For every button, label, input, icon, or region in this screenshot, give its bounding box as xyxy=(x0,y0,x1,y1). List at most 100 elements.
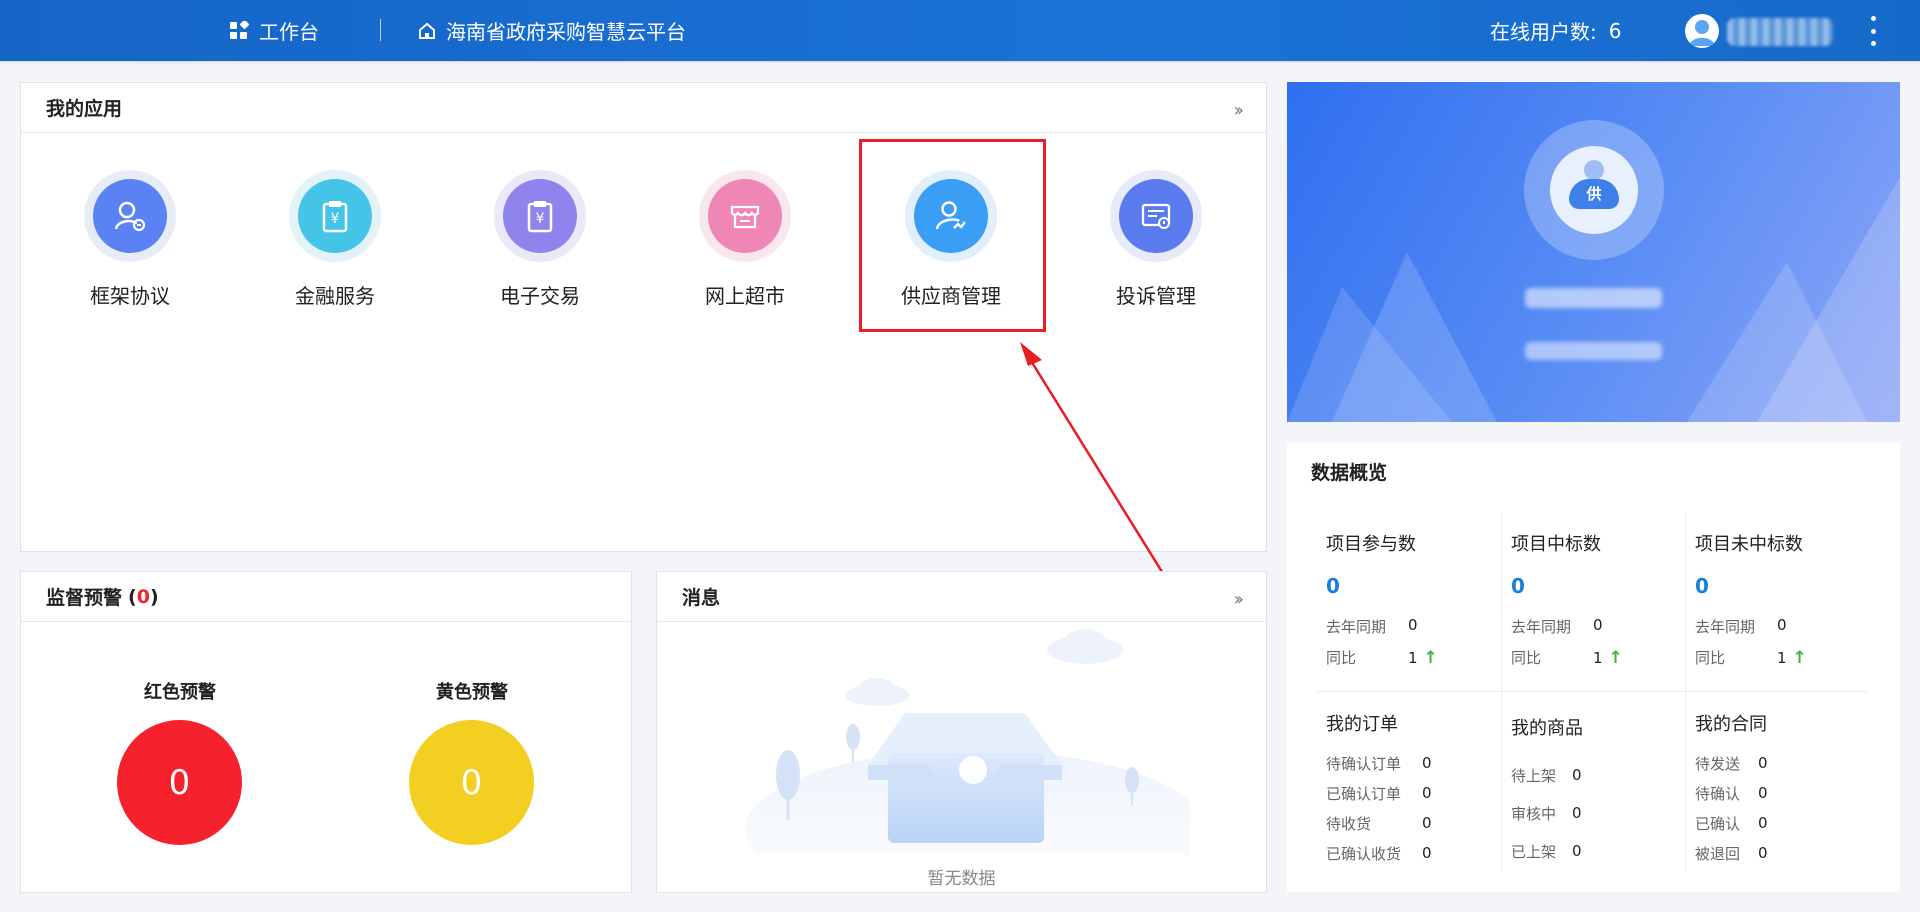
my-goods: 我的商品 待上架 0 审核中 0 已上架 0 xyxy=(1511,714,1691,870)
app-online-supermarket[interactable]: 网上超市 xyxy=(670,170,820,309)
app-icon-ring xyxy=(84,170,176,262)
user-avatar[interactable] xyxy=(1685,14,1719,48)
order-value: 0 xyxy=(1422,844,1432,862)
svg-text:¥: ¥ xyxy=(536,211,545,227)
user-name-blurred[interactable] xyxy=(1727,18,1833,46)
app-label: 金融服务 xyxy=(295,284,375,308)
my-apps-title: 我的应用 xyxy=(21,83,1266,133)
platform-title: 海南省政府采购智慧云平台 xyxy=(446,20,686,44)
yoy-label: 同比 xyxy=(1326,649,1357,667)
app-icon-ring xyxy=(699,170,791,262)
app-e-trading[interactable]: ¥ 电子交易 xyxy=(465,170,615,309)
online-users-label: 在线用户数: xyxy=(1490,20,1597,44)
clipboard-yen-icon: ¥ xyxy=(503,179,577,253)
list-item[interactable]: 被退回 0 xyxy=(1695,838,1875,868)
list-item[interactable]: 待发送 0 xyxy=(1695,748,1875,778)
arrow-up-icon: ↑ xyxy=(1792,647,1807,668)
yoy-value: 1 xyxy=(1593,648,1603,667)
profile-avatar-ring: 供 xyxy=(1524,120,1664,260)
list-item[interactable]: 待确认订单 0 xyxy=(1326,748,1506,778)
yoy-label: 同比 xyxy=(1695,649,1726,667)
goods-value: 0 xyxy=(1572,842,1582,860)
list-item[interactable]: 已确认订单 0 xyxy=(1326,778,1506,808)
list-item[interactable]: 待确认 0 xyxy=(1695,778,1875,808)
contract-label: 待确认 xyxy=(1695,784,1741,803)
my-contracts-title: 我的合同 xyxy=(1695,714,1767,735)
online-users: 在线用户数: 6 xyxy=(1490,0,1621,61)
last-year-label: 去年同期 xyxy=(1695,618,1756,636)
my-contracts: 我的合同 待发送 0 待确认 0 已确认 0 被退回 0 xyxy=(1695,710,1875,868)
online-users-count: 6 xyxy=(1608,18,1622,43)
profile-badge: 供 xyxy=(1569,179,1619,209)
arrow-up-icon: ↑ xyxy=(1608,647,1623,668)
stat-value[interactable]: 0 xyxy=(1326,574,1506,598)
goods-value: 0 xyxy=(1572,766,1582,784)
last-year-row: 去年同期 0 xyxy=(1511,616,1691,637)
order-value: 0 xyxy=(1422,814,1432,832)
profile-org-blurred xyxy=(1525,342,1662,360)
double-chevron-right-icon[interactable]: ›› xyxy=(1234,589,1245,610)
app-financial-services[interactable]: ¥ 金融服务 xyxy=(260,170,410,309)
store-icon xyxy=(708,179,782,253)
last-year-label: 去年同期 xyxy=(1511,618,1572,636)
goods-label: 审核中 xyxy=(1511,804,1557,823)
workbench-link[interactable]: 工作台 xyxy=(229,0,319,61)
order-value: 0 xyxy=(1422,784,1432,802)
list-item[interactable]: 已上架 0 xyxy=(1511,832,1691,870)
app-framework-agreement[interactable]: 框架协议 xyxy=(55,170,205,309)
app-label: 网上超市 xyxy=(705,284,785,308)
list-item[interactable]: 已确认 0 xyxy=(1695,808,1875,838)
yoy-value: 1 xyxy=(1408,648,1418,667)
yellow-warning-circle[interactable]: 0 xyxy=(409,720,534,845)
list-item[interactable]: 待上架 0 xyxy=(1511,756,1691,794)
supervision-count: 0 xyxy=(136,585,150,608)
arrow-up-icon: ↑ xyxy=(1423,647,1438,668)
goods-value: 0 xyxy=(1572,804,1582,822)
yoy-row: 同比 1 ↑ xyxy=(1326,647,1506,668)
order-label: 已确认订单 xyxy=(1326,784,1402,803)
contract-value: 0 xyxy=(1758,814,1768,832)
annotation-highlight-box xyxy=(859,139,1046,332)
user-agreement-icon xyxy=(93,179,167,253)
supervision-title: 监督预警 (0) xyxy=(21,572,631,622)
last-year-row: 去年同期 0 xyxy=(1695,616,1875,637)
profile-banner: 供 xyxy=(1287,82,1900,422)
platform-link[interactable]: 海南省政府采购智慧云平台 xyxy=(418,0,686,61)
stat-participated: 项目参与数 0 去年同期 0 同比 1 ↑ xyxy=(1326,530,1506,668)
app-icon-ring xyxy=(1110,170,1202,262)
app-complaint-management[interactable]: 投诉管理 xyxy=(1081,170,1231,309)
stat-title: 项目未中标数 xyxy=(1695,534,1803,555)
more-menu-icon[interactable] xyxy=(1866,16,1880,46)
yoy-value: 1 xyxy=(1777,648,1787,667)
stat-value[interactable]: 0 xyxy=(1695,574,1875,598)
empty-box-illustration xyxy=(745,629,1190,855)
red-warning-label: 红色预警 xyxy=(144,682,216,703)
contract-label: 待发送 xyxy=(1695,754,1741,773)
workbench-label: 工作台 xyxy=(259,20,319,44)
last-year-value: 0 xyxy=(1777,616,1787,634)
yoy-row: 同比 1 ↑ xyxy=(1695,647,1875,668)
order-label: 待确认订单 xyxy=(1326,754,1402,773)
order-label: 待收货 xyxy=(1326,814,1372,833)
goods-label: 已上架 xyxy=(1511,842,1557,861)
red-warning-value: 0 xyxy=(168,762,191,803)
list-item[interactable]: 审核中 0 xyxy=(1511,794,1691,832)
stat-value[interactable]: 0 xyxy=(1511,574,1691,598)
red-warning-circle[interactable]: 0 xyxy=(117,720,242,845)
app-label: 电子交易 xyxy=(500,284,580,308)
app-icon-ring: ¥ xyxy=(289,170,381,262)
divider xyxy=(1317,691,1867,692)
data-overview-title: 数据概览 xyxy=(1311,462,1388,484)
goods-label: 待上架 xyxy=(1511,766,1557,785)
yoy-row: 同比 1 ↑ xyxy=(1511,647,1691,668)
contract-value: 0 xyxy=(1758,844,1768,862)
list-item[interactable]: 已确认收货 0 xyxy=(1326,838,1506,868)
last-year-value: 0 xyxy=(1408,616,1418,634)
svg-text:¥: ¥ xyxy=(331,211,340,227)
double-chevron-right-icon[interactable]: ›› xyxy=(1234,100,1245,121)
profile-name-blurred xyxy=(1525,288,1662,308)
my-orders-title: 我的订单 xyxy=(1326,714,1398,735)
stat-title: 项目参与数 xyxy=(1326,534,1416,555)
list-item[interactable]: 待收货 0 xyxy=(1326,808,1506,838)
supervision-title-text: 监督预警 xyxy=(46,587,123,609)
